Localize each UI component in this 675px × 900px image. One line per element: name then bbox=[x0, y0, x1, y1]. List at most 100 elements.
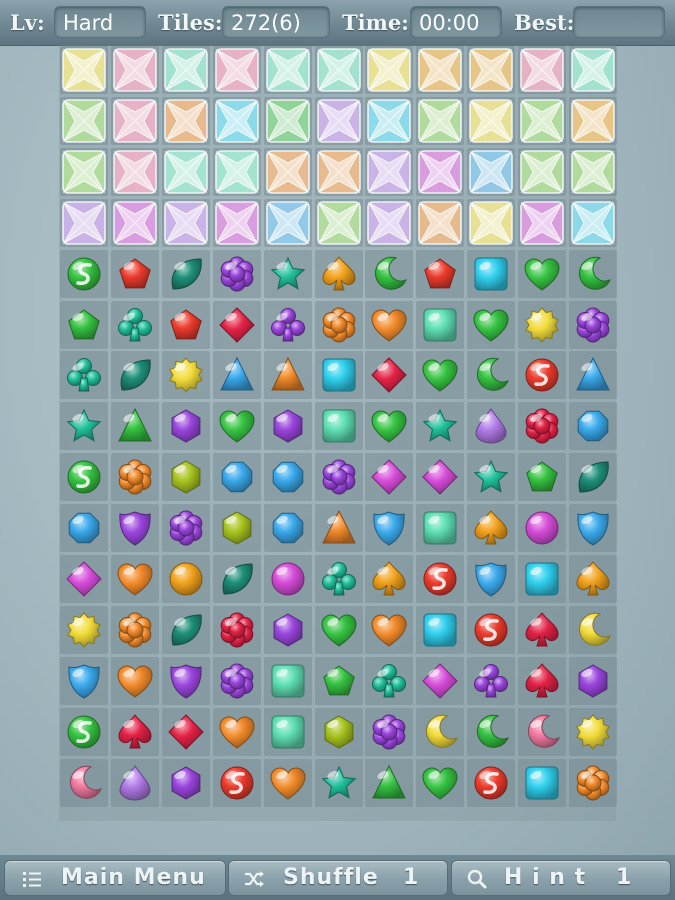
leaf-gem-tile[interactable] bbox=[111, 351, 159, 399]
heart-gem-tile[interactable] bbox=[365, 402, 413, 450]
frozen-tile[interactable] bbox=[365, 148, 413, 196]
frozen-tile[interactable] bbox=[569, 148, 617, 196]
hexagon-gem-tile[interactable] bbox=[264, 606, 312, 654]
frozen-tile[interactable] bbox=[315, 199, 363, 247]
frozen-tile[interactable] bbox=[416, 46, 464, 94]
triangle-gem-tile[interactable] bbox=[264, 351, 312, 399]
square-gem-tile[interactable] bbox=[315, 351, 363, 399]
spade-gem-tile[interactable] bbox=[365, 555, 413, 603]
frozen-tile[interactable] bbox=[569, 97, 617, 145]
drop-gem-tile[interactable] bbox=[467, 402, 515, 450]
frozen-tile[interactable] bbox=[518, 148, 566, 196]
octagon-gem-tile[interactable] bbox=[213, 453, 261, 501]
square-gem-tile[interactable] bbox=[264, 657, 312, 705]
heart-gem-tile[interactable] bbox=[365, 301, 413, 349]
star-gem-tile[interactable] bbox=[264, 250, 312, 298]
flower-gem-tile[interactable] bbox=[569, 301, 617, 349]
moon-gem-tile[interactable] bbox=[467, 708, 515, 756]
hexagon-gem-tile[interactable] bbox=[162, 759, 210, 807]
sun-gem-tile[interactable] bbox=[162, 351, 210, 399]
shield-gem-tile[interactable] bbox=[365, 504, 413, 552]
frozen-tile[interactable] bbox=[365, 97, 413, 145]
frozen-tile[interactable] bbox=[60, 97, 108, 145]
triangle-gem-tile[interactable] bbox=[111, 402, 159, 450]
shield-gem-tile[interactable] bbox=[467, 555, 515, 603]
ball-gem-tile[interactable] bbox=[162, 555, 210, 603]
frozen-tile[interactable] bbox=[264, 97, 312, 145]
s-ball-gem-tile[interactable] bbox=[213, 759, 261, 807]
hexagon-gem-tile[interactable] bbox=[315, 708, 363, 756]
shuffle-button[interactable]: Shuffle 1 bbox=[228, 860, 448, 896]
pentagon-gem-tile[interactable] bbox=[162, 301, 210, 349]
diamond-gem-tile[interactable] bbox=[416, 453, 464, 501]
s-ball-gem-tile[interactable] bbox=[518, 351, 566, 399]
frozen-tile[interactable] bbox=[111, 97, 159, 145]
frozen-tile[interactable] bbox=[60, 148, 108, 196]
diamond-gem-tile[interactable] bbox=[365, 453, 413, 501]
frozen-tile[interactable] bbox=[162, 148, 210, 196]
hexagon-gem-tile[interactable] bbox=[162, 453, 210, 501]
main-menu-button[interactable]: Main Menu bbox=[4, 860, 226, 896]
heart-gem-tile[interactable] bbox=[416, 351, 464, 399]
square-gem-tile[interactable] bbox=[264, 708, 312, 756]
frozen-tile[interactable] bbox=[264, 148, 312, 196]
ball-gem-tile[interactable] bbox=[264, 555, 312, 603]
pentagon-gem-tile[interactable] bbox=[111, 250, 159, 298]
spade-gem-tile[interactable] bbox=[315, 250, 363, 298]
frozen-tile[interactable] bbox=[315, 97, 363, 145]
frozen-tile[interactable] bbox=[467, 46, 515, 94]
leaf-gem-tile[interactable] bbox=[162, 250, 210, 298]
diamond-gem-tile[interactable] bbox=[213, 301, 261, 349]
frozen-tile[interactable] bbox=[518, 46, 566, 94]
moon-gem-tile[interactable] bbox=[416, 708, 464, 756]
frozen-tile[interactable] bbox=[569, 199, 617, 247]
moon-gem-tile[interactable] bbox=[365, 250, 413, 298]
flower-gem-tile[interactable] bbox=[569, 759, 617, 807]
frozen-tile[interactable] bbox=[467, 199, 515, 247]
diamond-gem-tile[interactable] bbox=[365, 351, 413, 399]
club-gem-tile[interactable] bbox=[365, 657, 413, 705]
frozen-tile[interactable] bbox=[213, 148, 261, 196]
pentagon-gem-tile[interactable] bbox=[416, 250, 464, 298]
s-ball-gem-tile[interactable] bbox=[467, 606, 515, 654]
triangle-gem-tile[interactable] bbox=[365, 759, 413, 807]
square-gem-tile[interactable] bbox=[467, 250, 515, 298]
heart-gem-tile[interactable] bbox=[111, 657, 159, 705]
flower-gem-tile[interactable] bbox=[213, 606, 261, 654]
frozen-tile[interactable] bbox=[365, 46, 413, 94]
moon-gem-tile[interactable] bbox=[569, 250, 617, 298]
leaf-gem-tile[interactable] bbox=[213, 555, 261, 603]
triangle-gem-tile[interactable] bbox=[213, 351, 261, 399]
s-ball-gem-tile[interactable] bbox=[60, 250, 108, 298]
club-gem-tile[interactable] bbox=[315, 555, 363, 603]
flower-gem-tile[interactable] bbox=[111, 606, 159, 654]
moon-gem-tile[interactable] bbox=[60, 759, 108, 807]
frozen-tile[interactable] bbox=[213, 46, 261, 94]
hexagon-gem-tile[interactable] bbox=[569, 657, 617, 705]
frozen-tile[interactable] bbox=[315, 46, 363, 94]
flower-gem-tile[interactable] bbox=[518, 402, 566, 450]
octagon-gem-tile[interactable] bbox=[569, 402, 617, 450]
frozen-tile[interactable] bbox=[518, 199, 566, 247]
ball-gem-tile[interactable] bbox=[518, 504, 566, 552]
heart-gem-tile[interactable] bbox=[111, 555, 159, 603]
square-gem-tile[interactable] bbox=[416, 606, 464, 654]
shield-gem-tile[interactable] bbox=[162, 657, 210, 705]
frozen-tile[interactable] bbox=[111, 46, 159, 94]
flower-gem-tile[interactable] bbox=[315, 301, 363, 349]
frozen-tile[interactable] bbox=[111, 199, 159, 247]
frozen-tile[interactable] bbox=[365, 199, 413, 247]
hint-button[interactable]: H i n t 1 bbox=[451, 860, 671, 896]
heart-gem-tile[interactable] bbox=[467, 301, 515, 349]
frozen-tile[interactable] bbox=[416, 97, 464, 145]
spade-gem-tile[interactable] bbox=[467, 504, 515, 552]
frozen-tile[interactable] bbox=[162, 46, 210, 94]
frozen-tile[interactable] bbox=[416, 148, 464, 196]
frozen-tile[interactable] bbox=[111, 148, 159, 196]
club-gem-tile[interactable] bbox=[111, 301, 159, 349]
frozen-tile[interactable] bbox=[416, 199, 464, 247]
heart-gem-tile[interactable] bbox=[213, 708, 261, 756]
sun-gem-tile[interactable] bbox=[60, 606, 108, 654]
spade-gem-tile[interactable] bbox=[569, 555, 617, 603]
frozen-tile[interactable] bbox=[60, 199, 108, 247]
